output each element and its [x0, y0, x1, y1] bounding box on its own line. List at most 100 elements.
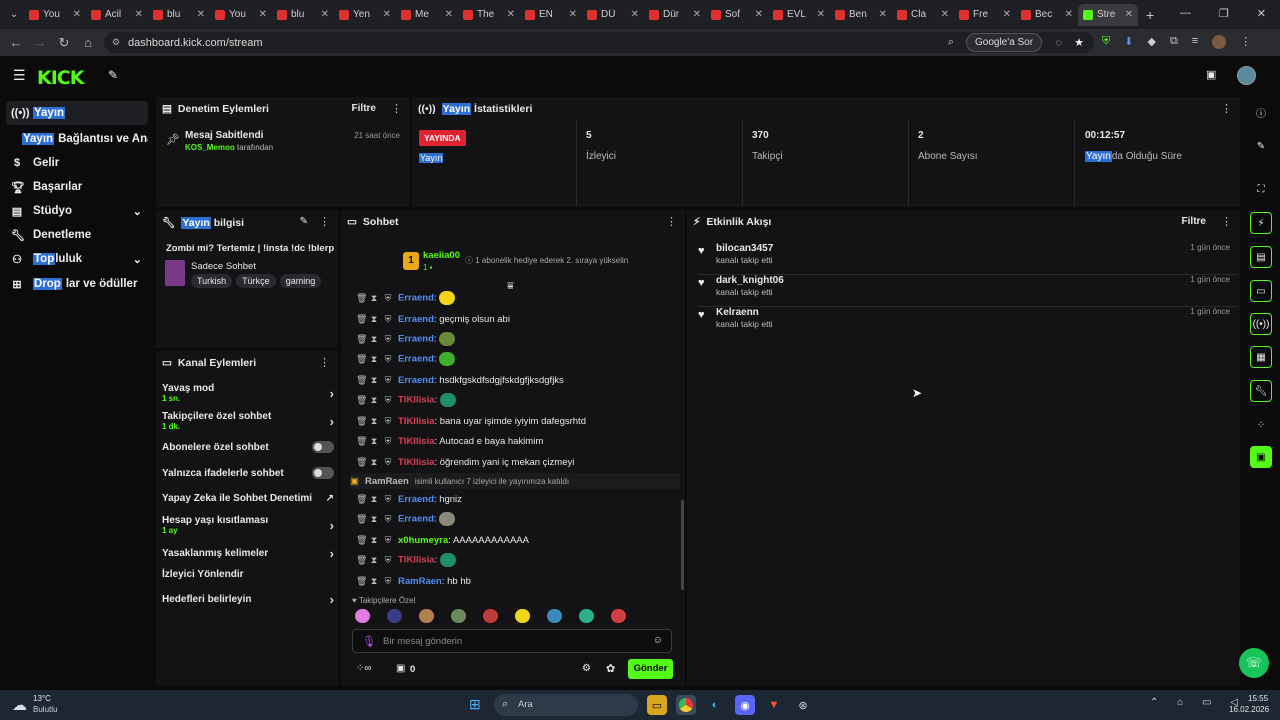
chrome-icon[interactable] [676, 695, 696, 715]
emote-picker-item[interactable] [515, 609, 530, 623]
ban-icon[interactable]: ⛨ [384, 375, 392, 386]
channel-setting-row[interactable]: Yapay Zeka ile Sohbet Denetimi ↗ [162, 493, 334, 504]
chat-input[interactable]: 🎙︎ Bir mesaj gönderin ☺ [352, 629, 672, 653]
filter-button[interactable]: Filtre [1182, 216, 1206, 227]
emote-picker-item[interactable] [547, 609, 562, 623]
ban-icon[interactable]: ⛨ [384, 555, 392, 566]
activity-username[interactable]: bilocan3457 [716, 243, 773, 254]
tab-close-icon[interactable]: ✕ [383, 9, 391, 20]
ban-icon[interactable]: ⛨ [384, 535, 392, 546]
ban-icon[interactable]: ⛨ [384, 314, 392, 325]
dots-tool-icon[interactable]: ⁘ [1250, 414, 1272, 436]
emote-picker-item[interactable] [611, 609, 626, 623]
discord-icon[interactable]: ◉ [735, 695, 755, 715]
sidebar-item-studio[interactable]: ▤ Stüdyo ⌄ [6, 199, 148, 223]
tag-chip[interactable]: gaming [279, 274, 322, 288]
emote-picker-item[interactable] [451, 609, 466, 623]
lightning-tool-icon[interactable]: ⚡︎ [1250, 212, 1272, 234]
user-avatar[interactable] [1237, 66, 1256, 85]
minimize-icon[interactable]: — [1180, 7, 1191, 20]
shield-extension-icon[interactable]: ⛨ [1102, 35, 1110, 49]
zoom-search-icon[interactable]: ⌕ [948, 36, 954, 49]
back-icon[interactable]: ← [4, 35, 28, 50]
tab-close-icon[interactable]: ✕ [1065, 9, 1073, 20]
timeout-icon[interactable]: ⧗ [370, 576, 378, 587]
chat-username[interactable]: Erraend [398, 514, 434, 525]
delete-icon[interactable]: 🗑︎ [356, 314, 367, 325]
site-info-icon[interactable]: ⚙ [112, 37, 120, 48]
steam-icon[interactable]: ⊛ [793, 695, 813, 715]
diamond-extension-icon[interactable]: ◆ [1147, 35, 1155, 49]
browser-tab[interactable]: Bec ✕ [1016, 4, 1078, 26]
channel-setting-row[interactable]: Hedefleri belirleyin › [162, 592, 334, 607]
kick-moderation-icon[interactable]: ✿ [606, 662, 615, 675]
broadcast-tool-icon[interactable]: ((•)) [1250, 313, 1272, 335]
bookmark-star-icon[interactable]: ★ [1074, 36, 1084, 49]
timeout-icon[interactable]: ⧗ [370, 457, 378, 468]
timeout-icon[interactable]: ⧗ [370, 535, 378, 546]
tab-close-icon[interactable]: ✕ [1125, 9, 1133, 20]
tab-close-icon[interactable]: ✕ [569, 9, 577, 20]
timeout-icon[interactable]: ⧗ [370, 494, 378, 505]
extension-icon[interactable]: ⬇ [1124, 35, 1133, 49]
browser-tab[interactable]: You ✕ [210, 4, 272, 26]
ban-icon[interactable]: ⛨ [384, 334, 392, 345]
tab-close-icon[interactable]: ✕ [259, 9, 267, 20]
mic-icon[interactable]: 🎙︎ [362, 635, 376, 648]
layout-tool-icon[interactable]: ▦ [1250, 346, 1272, 368]
emote-picker-item[interactable] [483, 609, 498, 623]
ban-icon[interactable]: ⛨ [384, 293, 392, 304]
tag-chip[interactable]: Türkçe [236, 274, 276, 288]
help-chat-button[interactable]: ☏ [1239, 648, 1269, 678]
forward-icon[interactable]: → [28, 35, 52, 50]
delete-icon[interactable]: 🗑︎ [356, 494, 367, 505]
chat-username[interactable]: Erraend [398, 494, 434, 505]
tab-close-icon[interactable]: ✕ [817, 9, 825, 20]
send-button[interactable]: Gönder [628, 659, 673, 679]
channel-setting-row[interactable]: Abonelere özel sohbet [162, 441, 334, 453]
browser-tab[interactable]: Ben ✕ [830, 4, 892, 26]
sidebar-item-revenue[interactable]: $ Gelir [6, 151, 148, 175]
reload-icon[interactable]: ↻ [52, 35, 76, 51]
chat-username[interactable]: TIKIlisia [398, 457, 434, 468]
close-window-icon[interactable]: ✕ [1257, 7, 1266, 20]
chat-username[interactable]: Erraend [398, 375, 434, 386]
delete-icon[interactable]: 🗑︎ [356, 416, 367, 427]
browser-tab[interactable]: blu ✕ [148, 4, 210, 26]
sidebar-item-achievements[interactable]: 🏆︎ Başarılar [6, 175, 148, 199]
timeout-icon[interactable]: ⧗ [370, 334, 378, 345]
brave-icon[interactable]: ▼ [764, 695, 784, 715]
sidebar-item-drops[interactable]: ⊞ Drop lar ve ödüller [6, 272, 148, 296]
emote-picker-item[interactable] [355, 609, 370, 623]
chat-username[interactable]: TIKIlisia [398, 555, 434, 566]
ban-icon[interactable]: ⛨ [384, 457, 392, 468]
tab-close-icon[interactable]: ✕ [507, 9, 515, 20]
delete-icon[interactable]: 🗑︎ [356, 395, 367, 406]
google-ask-button[interactable]: Google'a Sor [966, 33, 1043, 52]
new-tab-button[interactable]: + [1146, 7, 1154, 23]
hamburger-menu-icon[interactable]: ☰ [13, 67, 26, 84]
timeout-icon[interactable]: ⧗ [370, 314, 378, 325]
info-icon[interactable]: ⓘ [1250, 101, 1272, 123]
emote-picker-item[interactable] [579, 609, 594, 623]
timeout-icon[interactable]: ⧗ [370, 354, 378, 365]
channel-setting-row[interactable]: Yalnızca ifadelerle sohbet [162, 467, 334, 479]
browser-tab[interactable]: EN ✕ [520, 4, 582, 26]
timeout-icon[interactable]: ⧗ [370, 375, 378, 386]
chat-username[interactable]: Erraend [398, 334, 434, 345]
chat-tool-icon[interactable]: ▭ [1250, 280, 1272, 302]
puzzle-icon[interactable]: ⧉ [1170, 35, 1178, 49]
browser-tab[interactable]: blu ✕ [272, 4, 334, 26]
delete-icon[interactable]: 🗑︎ [356, 293, 367, 304]
delete-icon[interactable]: 🗑︎ [356, 457, 367, 468]
timeout-icon[interactable]: ⧗ [370, 293, 378, 304]
ban-icon[interactable]: ⛨ [384, 436, 392, 447]
restore-icon[interactable]: ❐ [1219, 7, 1229, 20]
emote-picker-item[interactable] [419, 609, 434, 623]
chat-scrollbar[interactable] [681, 500, 684, 590]
delete-icon[interactable]: 🗑︎ [356, 334, 367, 345]
reading-list-icon[interactable]: ≡ [1192, 35, 1198, 49]
browser-menu-icon[interactable]: ⋮ [1240, 35, 1251, 49]
emote-picker-item[interactable] [387, 609, 402, 623]
chat-username[interactable]: TIKIlisia [398, 436, 434, 447]
